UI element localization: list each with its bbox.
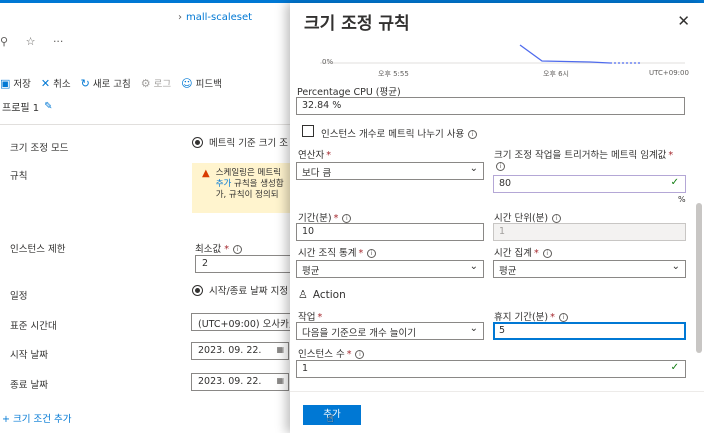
- warning-text: 스케일링은 메트릭 추가 규칙을 생성합 가, 규칙이 정의되: [215, 168, 284, 200]
- feedback-icon: ☺: [181, 76, 193, 90]
- chevron-down-icon: ⌄: [469, 163, 478, 174]
- background-page: › mall-scaleset ⚲ ☆ ··· ▣ 저장 ✕ 취소 ↻ 새로 고침 ⚙ 로…: [0, 3, 305, 433]
- star-icon[interactable]: ☆: [26, 35, 36, 48]
- chevron-down-icon: ⌄: [469, 261, 478, 272]
- chart-x-label: 오후 5:55: [378, 70, 409, 78]
- instance-count-label: 인스턴스 수 * i: [298, 346, 365, 360]
- log-icon: ⚙: [140, 76, 151, 90]
- rules-label: 규칙: [10, 171, 28, 182]
- mouse-cursor-icon: ☝: [327, 412, 334, 425]
- warning-icon: ▲: [202, 168, 210, 179]
- info-icon: i: [552, 214, 562, 223]
- radio-selected-icon: [192, 284, 203, 296]
- duration-input[interactable]: 10: [296, 223, 484, 241]
- aggregation-select[interactable]: 평균 ⌄: [493, 260, 686, 278]
- timezone-label: 표준 시간대: [10, 321, 57, 332]
- breadcrumb[interactable]: › mall-scaleset: [178, 12, 252, 23]
- threshold-input[interactable]: 80 ✓: [493, 175, 686, 193]
- more-icon[interactable]: ···: [53, 35, 64, 48]
- info-icon: i: [496, 162, 505, 171]
- time-grain-label: 시간 단위(분) i: [494, 210, 562, 224]
- info-icon: i: [355, 350, 365, 359]
- info-icon: i: [342, 214, 352, 223]
- pin-icon[interactable]: ⚲: [0, 35, 8, 48]
- chevron-down-icon: ⌄: [671, 261, 680, 272]
- cancel-button[interactable]: ✕ 취소: [40, 76, 71, 91]
- chart-x-label: UTC+09:00: [649, 69, 689, 77]
- edit-icon[interactable]: ✎: [44, 101, 52, 112]
- chart-x-label: 오후 6시: [543, 70, 569, 78]
- chart-y-label: 0%: [322, 58, 334, 66]
- metric-value-field: 32.84 %: [296, 97, 685, 115]
- panel-title: 크기 조정 규칙: [304, 14, 410, 34]
- refresh-button[interactable]: ↻ 새로 고침: [80, 76, 131, 91]
- feedback-button[interactable]: ☺ 피드백: [181, 76, 222, 91]
- schedule-radio[interactable]: 시작/종료 날짜 지정: [192, 283, 288, 297]
- info-icon: i: [367, 249, 377, 258]
- check-icon: ✓: [670, 362, 679, 373]
- threshold-unit: %: [678, 195, 686, 204]
- breadcrumb-item[interactable]: mall-scaleset: [186, 12, 252, 23]
- operator-label: 연산자 *: [298, 150, 331, 161]
- chart-series-line: [519, 44, 611, 64]
- cooldown-label: 휴지 기간(분) * i: [494, 309, 568, 323]
- schedule-label: 일정: [10, 291, 28, 302]
- min-label: 최소값 * i: [195, 241, 243, 255]
- info-icon: i: [558, 313, 568, 322]
- start-date-input[interactable]: 2023. 09. 22. ▦: [191, 342, 289, 360]
- start-date-label: 시작 날짜: [10, 350, 48, 361]
- instance-count-input[interactable]: 1 ✓: [296, 360, 686, 378]
- divide-by-instance-checkbox[interactable]: [302, 125, 314, 137]
- aggregation-label: 시간 집계 * i: [494, 245, 552, 259]
- profile-name: 프로필 1 ✎: [2, 101, 53, 114]
- action-heading: ♙ Action: [298, 288, 346, 301]
- info-icon: i: [542, 249, 552, 258]
- close-icon[interactable]: ✕: [677, 12, 690, 30]
- calendar-icon[interactable]: ▦: [276, 345, 284, 354]
- info-icon: i: [468, 130, 478, 139]
- grain-statistic-select[interactable]: 평균 ⌄: [296, 260, 484, 278]
- operation-label: 작업 *: [298, 312, 323, 323]
- toolbar: ▣ 저장 ✕ 취소 ↻ 새로 고침 ⚙ 로그 ☺ 피드백: [0, 76, 222, 91]
- end-date-input[interactable]: 2023. 09. 22. ▦: [191, 373, 289, 391]
- scale-rule-panel: 크기 조정 규칙 ✕ 0% 오후 5:55 오후 6시 UTC+09:00 Pe…: [290, 3, 704, 433]
- divide-by-instance-label: 인스턴스 개수로 메트릭 나누기 사용 i: [321, 126, 478, 140]
- warning-box: ▲ 스케일링은 메트릭 추가 규칙을 생성합 가, 규칙이 정의되: [192, 163, 302, 213]
- time-grain-input: 1: [493, 223, 686, 241]
- duration-label: 기간(분) * i: [298, 210, 352, 224]
- header-actions: ⚲ ☆ ···: [0, 35, 77, 48]
- grain-statistic-label: 시간 조직 통계 * i: [298, 245, 377, 259]
- min-instances-input[interactable]: 2: [195, 255, 305, 273]
- threshold-label: 크기 조정 작업을 트리거하는 메트릭 임계값 *: [494, 150, 674, 161]
- action-icon: ♙: [298, 288, 308, 301]
- operator-select[interactable]: 보다 큼 ⌄: [296, 162, 484, 180]
- close-icon: ✕: [40, 76, 51, 90]
- timezone-select[interactable]: (UTC+09:00) 오사카, 삿: [191, 313, 301, 331]
- add-rule-link[interactable]: 추가: [216, 179, 232, 189]
- info-icon: i: [233, 245, 243, 254]
- cooldown-input[interactable]: 5: [493, 322, 686, 340]
- add-scale-condition-link[interactable]: + 크기 조건 추가: [2, 411, 71, 425]
- metric-label: Percentage CPU (평균): [297, 87, 401, 98]
- save-button[interactable]: ▣ 저장: [0, 76, 31, 91]
- scale-mode-label: 크기 조정 모드: [10, 143, 69, 154]
- scale-mode-radio[interactable]: 메트릭 기준 크기 조: [192, 135, 288, 149]
- panel-scrollbar[interactable]: [696, 203, 702, 353]
- radio-selected-icon: [192, 136, 203, 148]
- chevron-down-icon: ⌄: [469, 323, 478, 334]
- divider: [0, 124, 300, 125]
- calendar-icon[interactable]: ▦: [276, 376, 284, 385]
- operation-select[interactable]: 다음을 기준으로 개수 늘이기 ⌄: [296, 322, 484, 340]
- check-icon: ✓: [670, 177, 679, 188]
- save-icon: ▣: [0, 76, 11, 90]
- footer-divider: [290, 391, 704, 392]
- end-date-label: 종료 날짜: [10, 380, 48, 391]
- instance-limit-label: 인스턴스 제한: [10, 244, 66, 255]
- refresh-icon: ↻: [80, 76, 90, 90]
- metric-chart: [320, 44, 685, 64]
- log-button[interactable]: ⚙ 로그: [140, 76, 171, 91]
